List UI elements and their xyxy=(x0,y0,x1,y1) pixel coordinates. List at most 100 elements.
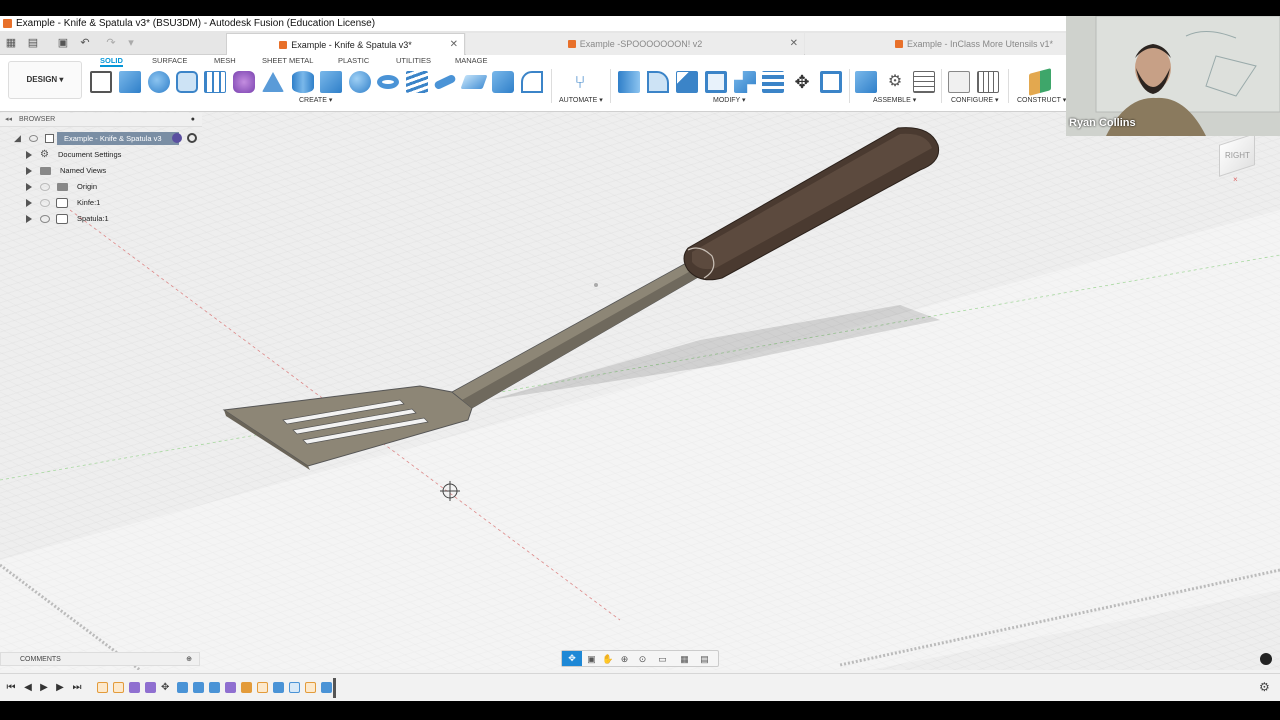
extrude-icon[interactable] xyxy=(119,71,141,93)
timeline-extrude-icon[interactable] xyxy=(273,682,284,693)
record-icon[interactable] xyxy=(172,133,182,143)
visibility-eye-icon[interactable] xyxy=(29,135,38,142)
create-form-icon[interactable] xyxy=(233,71,255,93)
timeline-fillet-icon[interactable] xyxy=(289,682,300,693)
undo-icon[interactable]: ↶ xyxy=(78,36,92,50)
play-icon[interactable]: ▶ xyxy=(38,682,50,693)
grid-settings-icon[interactable]: ▦ xyxy=(679,654,690,664)
view-cube[interactable]: RIGHT × xyxy=(1215,133,1265,184)
offset-plane-icon[interactable] xyxy=(1029,68,1051,96)
revolve-icon[interactable] xyxy=(148,71,170,93)
save-icon[interactable]: ▣ xyxy=(56,36,70,50)
joint-list-icon[interactable] xyxy=(913,71,935,93)
combine-icon[interactable] xyxy=(492,71,514,93)
tab-surface[interactable]: SURFACE xyxy=(152,56,187,66)
step-back-icon[interactable]: ◀ xyxy=(22,682,34,693)
tab-mesh[interactable]: MESH xyxy=(214,56,236,66)
web-icon[interactable] xyxy=(521,71,543,93)
automate-group-label[interactable]: AUTOMATE ▾ xyxy=(559,96,603,104)
timeline-form-icon[interactable] xyxy=(225,682,236,693)
cylinder-icon[interactable] xyxy=(292,71,314,93)
shell-icon[interactable] xyxy=(705,71,727,93)
configure-icon[interactable] xyxy=(948,71,970,93)
go-to-start-icon[interactable]: ⏮ xyxy=(5,682,17,693)
press-pull-icon[interactable] xyxy=(618,71,640,93)
combine-bodies-icon[interactable] xyxy=(734,71,756,93)
tab-solid[interactable]: SOLID xyxy=(100,56,123,67)
visibility-eye-icon[interactable] xyxy=(40,215,50,223)
hole-icon[interactable] xyxy=(176,71,198,93)
modify-group-label[interactable]: MODIFY ▾ xyxy=(713,96,746,104)
torus-icon[interactable] xyxy=(377,75,399,89)
zoom-icon[interactable]: ⊕ xyxy=(619,654,630,664)
timeline-sketch-icon[interactable] xyxy=(241,682,252,693)
thicken-icon[interactable] xyxy=(460,75,488,89)
new-component-icon[interactable] xyxy=(855,71,877,93)
browser-item-origin[interactable]: Origin xyxy=(0,180,200,194)
timeline-sketch-icon[interactable] xyxy=(305,682,316,693)
fillet-icon[interactable] xyxy=(647,71,669,93)
pipe-icon[interactable] xyxy=(433,73,457,91)
configuration-table-icon[interactable] xyxy=(977,71,999,93)
timeline-settings-gear-icon[interactable]: ⚙ xyxy=(1259,680,1270,694)
configure-group-label[interactable]: CONFIGURE ▾ xyxy=(951,96,998,104)
expand-icon[interactable] xyxy=(26,167,32,175)
pattern-icon[interactable] xyxy=(204,71,226,93)
browser-item-spatula[interactable]: Spatula:1 xyxy=(0,212,200,226)
move-copy-icon[interactable]: ✥ xyxy=(791,71,813,93)
timeline-sketch-icon[interactable] xyxy=(97,682,108,693)
timeline-move-icon[interactable]: ✥ xyxy=(161,682,172,693)
browser-item-kinfe[interactable]: Kinfe:1 xyxy=(0,196,200,210)
workspace-switcher[interactable]: DESIGN ▾ xyxy=(8,61,82,99)
browser-item-document-settings[interactable]: ⚙ Document Settings xyxy=(0,148,200,162)
viewports-icon[interactable]: ▤ xyxy=(699,654,710,664)
activate-icon[interactable] xyxy=(187,133,197,143)
collapse-panel-icon[interactable]: ◂◂ xyxy=(5,113,12,127)
timeline-extrude-icon[interactable] xyxy=(321,682,332,693)
close-tab-icon[interactable]: ✕ xyxy=(450,34,458,56)
coil-icon[interactable] xyxy=(406,71,428,93)
grid-menu-icon[interactable]: ▦ xyxy=(4,36,18,50)
timeline-extrude-icon[interactable] xyxy=(209,682,220,693)
redo-dropdown-icon[interactable]: ▾ xyxy=(124,36,138,50)
expand-icon[interactable] xyxy=(26,151,32,159)
chamfer-icon[interactable] xyxy=(676,71,698,93)
construct-group-label[interactable]: CONSTRUCT ▾ xyxy=(1017,96,1066,104)
tab-manage[interactable]: MANAGE xyxy=(455,56,488,66)
file-menu-icon[interactable]: ▤ xyxy=(26,36,40,50)
create-group-label[interactable]: CREATE ▾ xyxy=(299,96,332,104)
orbit-mode-icon[interactable]: ✥ xyxy=(562,651,582,666)
display-settings-icon[interactable]: ▭ xyxy=(657,654,668,664)
expand-icon[interactable] xyxy=(26,215,32,223)
panel-pin-icon[interactable]: ● xyxy=(191,113,195,127)
redo-icon[interactable]: ↷ xyxy=(104,36,118,50)
pyramid-icon[interactable] xyxy=(262,72,284,92)
timeline-sketch-icon[interactable] xyxy=(113,682,124,693)
chat-icon[interactable] xyxy=(1260,653,1272,665)
tab-plastic[interactable]: PLASTIC xyxy=(338,56,369,66)
sphere-icon[interactable] xyxy=(349,71,371,93)
close-tab-icon[interactable]: ✕ xyxy=(790,33,798,55)
tab-sheet-metal[interactable]: SHEET METAL xyxy=(262,56,313,66)
comments-panel[interactable]: COMMENTS ⊕ xyxy=(0,652,200,666)
split-body-icon[interactable] xyxy=(762,71,784,93)
timeline-sketch-icon[interactable] xyxy=(257,682,268,693)
automate-icon[interactable]: ⑂ xyxy=(569,71,591,93)
visibility-eye-icon[interactable] xyxy=(40,183,50,191)
timeline-form-icon[interactable] xyxy=(129,682,140,693)
step-forward-icon[interactable]: ▶ xyxy=(54,682,66,693)
browser-item-named-views[interactable]: Named Views xyxy=(0,164,200,178)
box-icon[interactable] xyxy=(320,71,342,93)
pan-hand-icon[interactable]: ✋ xyxy=(602,654,613,664)
timeline-form-icon[interactable] xyxy=(145,682,156,693)
create-sketch-icon[interactable] xyxy=(90,71,112,93)
expand-icon[interactable]: ◢ xyxy=(14,133,21,144)
visibility-eye-icon[interactable] xyxy=(40,199,50,207)
browser-root-row[interactable]: ◢ Example - Knife & Spatula v3 xyxy=(12,132,202,145)
go-to-end-icon[interactable]: ⏭ xyxy=(71,682,83,693)
look-at-icon[interactable]: ▣ xyxy=(586,654,597,664)
assemble-group-label[interactable]: ASSEMBLE ▾ xyxy=(873,96,916,104)
tab-utilities[interactable]: UTILITIES xyxy=(396,56,431,66)
timeline-extrude-icon[interactable] xyxy=(193,682,204,693)
timeline-marker[interactable] xyxy=(333,678,336,698)
